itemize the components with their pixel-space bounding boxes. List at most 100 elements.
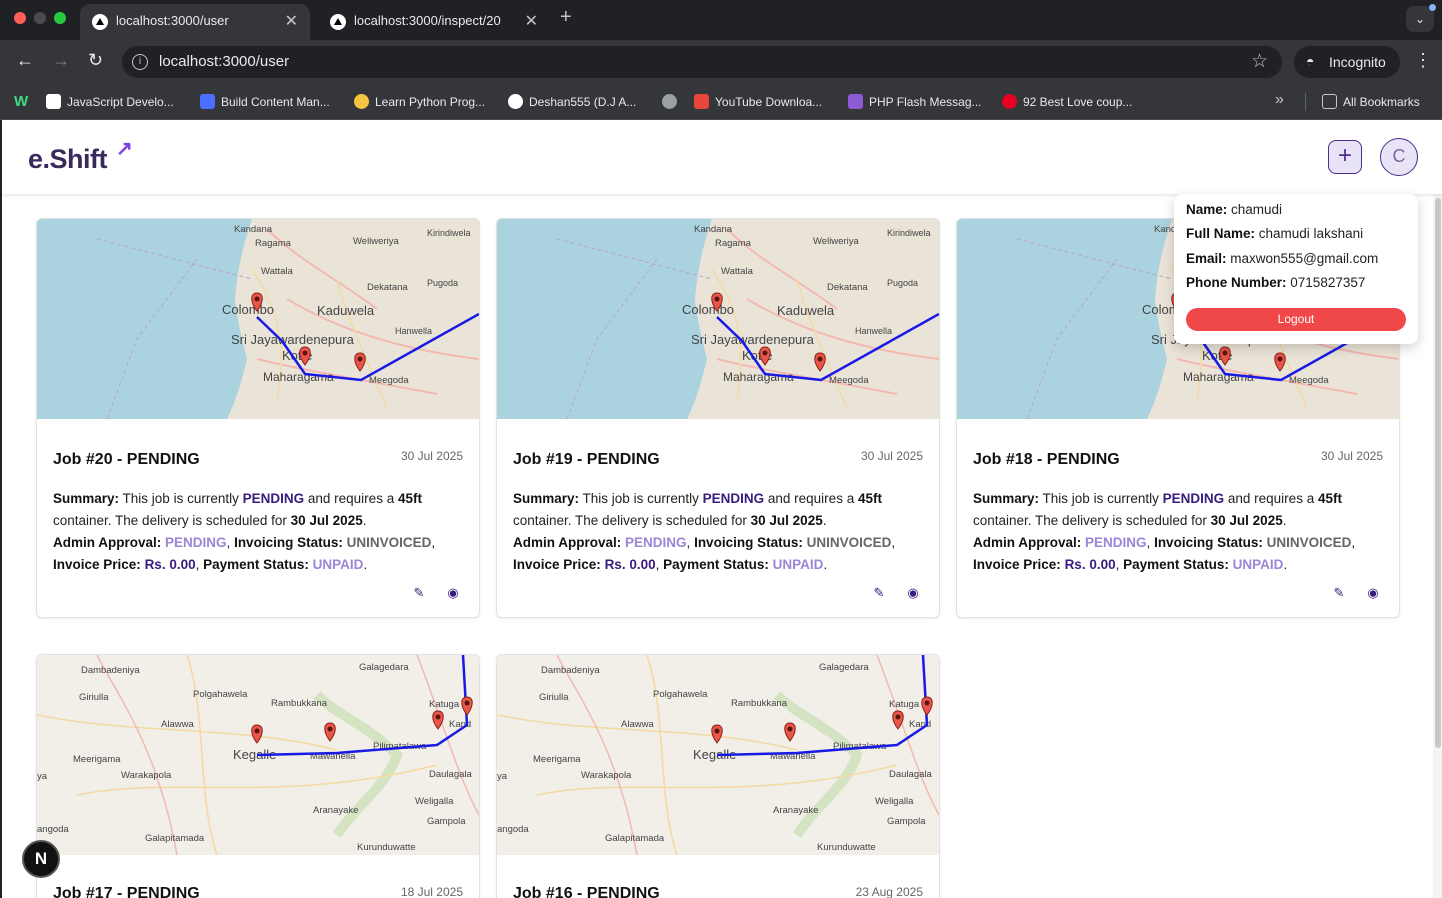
map-place-label: Meegoda xyxy=(1289,375,1329,386)
nextjs-favicon-icon xyxy=(330,14,346,30)
bookmark-item[interactable]: YouTube Downloa... xyxy=(694,94,822,109)
map-place-label: Giriulla xyxy=(79,692,109,703)
user-name-row: Name: chamudi xyxy=(1186,202,1282,217)
map-place-label: Hanwella xyxy=(395,326,432,336)
route-map[interactable]: Dambadeniya Galagedara Giriulla Polgahawela… xyxy=(497,655,939,855)
map-place-label: Ragama xyxy=(715,238,752,249)
close-window-button[interactable] xyxy=(14,12,26,24)
view-eye-icon[interactable]: ◉ xyxy=(445,585,461,601)
pinterest-icon xyxy=(1002,94,1017,109)
scheduled-date: 30 Jul 2025 xyxy=(750,513,823,528)
tab-title: localhost:3000/inspect/20 xyxy=(354,13,501,28)
user-phone-row: Phone Number: 0715827357 xyxy=(1186,275,1365,290)
map-place-label: Aranayake xyxy=(313,805,358,816)
bookmark-item[interactable]: Learn Python Prog... xyxy=(354,94,485,109)
address-bar[interactable]: i localhost:3000/user ☆ xyxy=(122,46,1282,78)
map-place-label: Dambadeniya xyxy=(541,665,600,676)
invoice-price: Rs. 0.00 xyxy=(1064,557,1116,572)
payment-status: UNPAID xyxy=(1232,557,1284,572)
user-avatar-button[interactable]: C xyxy=(1380,138,1418,176)
close-tab-icon[interactable]: ✕ xyxy=(285,11,298,31)
route-map[interactable]: Dambadeniya Galagedara Giriulla Polgahawela… xyxy=(37,655,479,855)
all-bookmarks-label: All Bookmarks xyxy=(1343,95,1420,109)
bookmark-star-icon[interactable]: ☆ xyxy=(1251,50,1268,73)
page-scrollbar-thumb[interactable] xyxy=(1435,198,1441,748)
summary-text: This job is currently xyxy=(122,491,239,506)
edit-pencil-icon[interactable]: ✎ xyxy=(871,585,887,601)
view-eye-icon[interactable]: ◉ xyxy=(905,585,921,601)
user-name: chamudi xyxy=(1231,202,1283,217)
map-place-label: Dambadeniya xyxy=(81,665,140,676)
app-header: e.Shift ↗ + C xyxy=(2,120,1442,194)
map-place-label: Daulagala xyxy=(889,769,932,780)
nextjs-dev-badge[interactable]: N xyxy=(22,840,60,878)
w-bookmark-icon[interactable]: W xyxy=(14,93,28,110)
reload-icon[interactable]: ↻ xyxy=(88,50,103,71)
map-place-label: Kandana xyxy=(234,224,273,235)
tab-search-button[interactable]: ⌄ xyxy=(1406,4,1436,32)
bookmark-label: 92 Best Love coup... xyxy=(1023,95,1133,109)
map-place-label: Ragama xyxy=(255,238,292,249)
tab-user[interactable]: localhost:3000/user ✕ xyxy=(80,4,310,40)
edit-pencil-icon[interactable]: ✎ xyxy=(1331,585,1347,601)
payment-label: Payment Status: xyxy=(203,557,309,572)
new-tab-button[interactable]: + xyxy=(560,6,572,29)
incognito-indicator[interactable]: ◓ Incognito xyxy=(1294,46,1400,78)
bookmark-label: Learn Python Prog... xyxy=(375,95,486,109)
route-map[interactable]: Kandana Ragama Weliweriya Kirindiwela Wattal… xyxy=(497,219,939,419)
nextjs-favicon-icon xyxy=(92,14,108,30)
map-place-label: Weligalla xyxy=(875,796,914,807)
tab-inspect[interactable]: localhost:3000/inspect/20 ✕ xyxy=(318,4,550,40)
map-place-label: Katuga xyxy=(429,699,460,710)
job-date: 18 Jul 2025 xyxy=(400,885,463,898)
bookmark-item[interactable]: JavaScript Develo... xyxy=(46,94,174,109)
map-place-label: ya xyxy=(37,771,48,782)
map-place-label: Wattala xyxy=(261,266,294,277)
user-fullname-row: Full Name: chamudi lakshani xyxy=(1186,226,1363,241)
all-bookmarks-button[interactable]: All Bookmarks xyxy=(1322,94,1420,109)
download-icon xyxy=(694,94,709,109)
bookmark-favicon-icon xyxy=(200,94,215,109)
minimize-window-button[interactable] xyxy=(34,12,46,24)
edit-pencil-icon[interactable]: ✎ xyxy=(411,585,427,601)
map-place-label: Polgahawela xyxy=(193,689,248,700)
incognito-icon: ◓ xyxy=(1306,53,1315,69)
bookmark-item[interactable] xyxy=(662,94,683,109)
site-info-icon[interactable]: i xyxy=(132,54,148,70)
user-email-row: Email: maxwon555@gmail.com xyxy=(1186,251,1378,266)
bookmark-item[interactable]: Deshan555 (D.J A... xyxy=(508,94,636,109)
bookmark-item[interactable]: PHP Flash Messag... xyxy=(848,94,982,109)
more-bookmarks-icon[interactable]: » xyxy=(1275,91,1284,109)
job-status: PENDING xyxy=(1162,491,1225,506)
job-title: Job #16 - PENDING xyxy=(513,885,660,898)
map-place-label: Kaduwela xyxy=(317,303,375,318)
price-label: Invoice Price: xyxy=(973,557,1061,572)
bookmark-item[interactable]: 92 Best Love coup... xyxy=(1002,94,1132,109)
job-date: 23 Aug 2025 xyxy=(855,885,923,898)
bookmark-item[interactable]: Build Content Man... xyxy=(200,94,330,109)
map-place-label: Kandana xyxy=(694,224,733,235)
logout-button[interactable]: Logout xyxy=(1186,308,1406,331)
maximize-window-button[interactable] xyxy=(54,12,66,24)
bookmark-label: JavaScript Develo... xyxy=(67,95,174,109)
eshift-logo[interactable]: e.Shift ↗ xyxy=(28,138,133,175)
summary-text: and requires a xyxy=(307,491,395,506)
add-job-button[interactable]: + xyxy=(1328,140,1362,174)
forward-arrow-icon[interactable]: → xyxy=(52,50,70,71)
back-arrow-icon[interactable]: ← xyxy=(16,50,34,71)
plus-icon: + xyxy=(1337,142,1352,169)
view-eye-icon[interactable]: ◉ xyxy=(1365,585,1381,601)
bookmarks-divider xyxy=(1305,93,1306,111)
python-icon xyxy=(354,94,369,109)
page-viewport: e.Shift ↗ + C Kandana Ragama Weliweriya Kiri… xyxy=(2,120,1442,898)
map-place-label: Colombo xyxy=(222,302,274,317)
route-map[interactable]: Kandana Ragama Weliweriya Kirindiwela Wattal… xyxy=(37,219,479,419)
map-place-label: Hanwella xyxy=(855,326,892,336)
browser-menu-icon[interactable]: ⋮ xyxy=(1414,50,1432,71)
payment-status: UNPAID xyxy=(312,557,364,572)
job-summary: Summary: This job is currently PENDING a… xyxy=(973,491,1356,572)
job-card: Dambadeniya Galagedara Giriulla Polgahawela… xyxy=(36,654,480,898)
close-tab-icon[interactable]: ✕ xyxy=(525,11,538,31)
map-place-label: Galapitamada xyxy=(605,833,665,844)
url-text[interactable]: localhost:3000/user xyxy=(159,53,289,70)
